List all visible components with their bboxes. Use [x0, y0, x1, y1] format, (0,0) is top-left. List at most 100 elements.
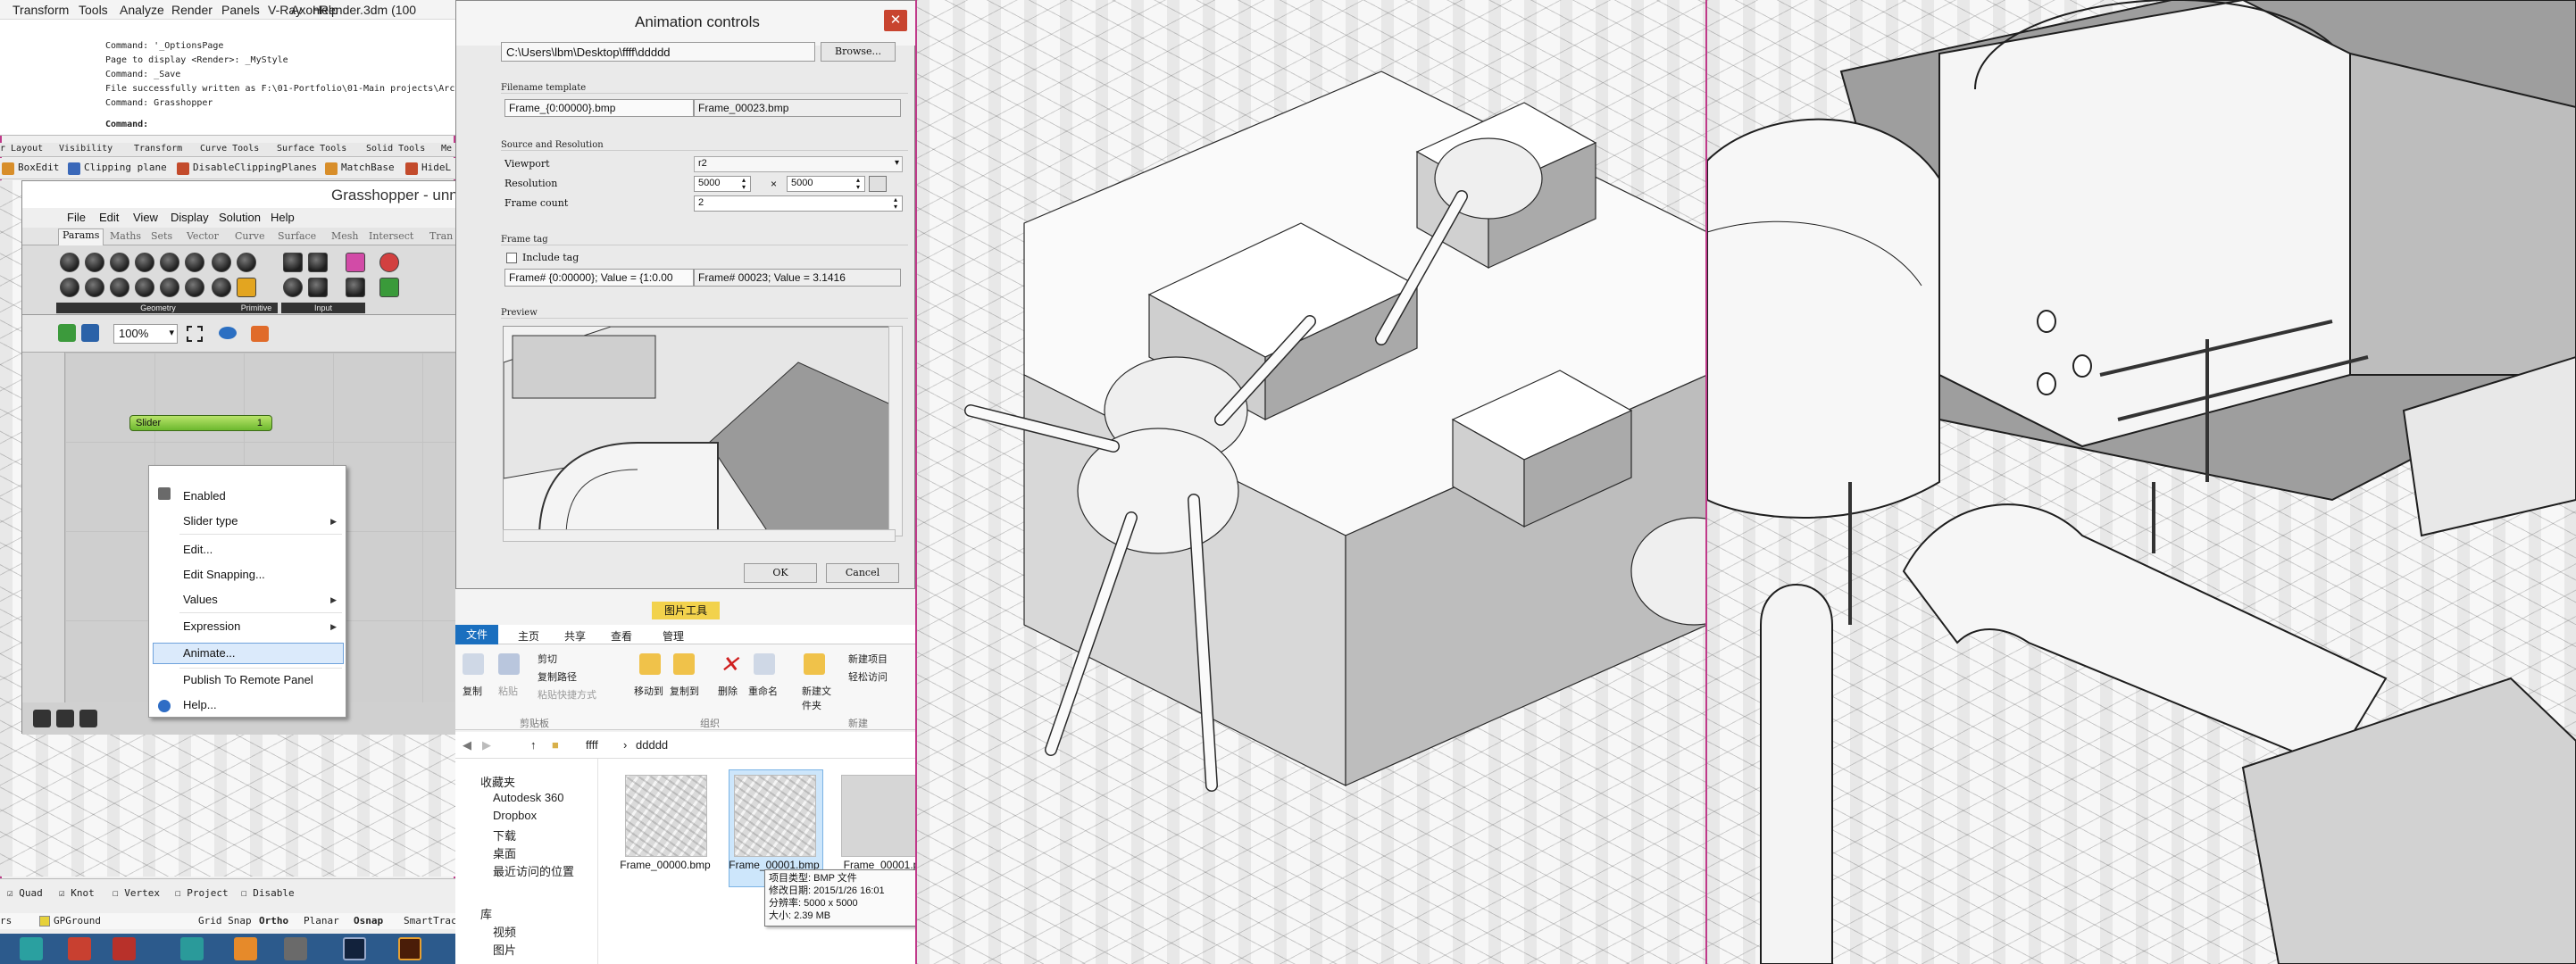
breadcrumb-ffff[interactable]: ffff	[586, 738, 598, 752]
up-icon[interactable]: ↑	[530, 738, 537, 752]
nav-videos[interactable]: 视频	[493, 923, 516, 940]
nav-downloads[interactable]: 下载	[493, 827, 516, 844]
param-icon[interactable]	[308, 278, 328, 297]
cut-label[interactable]: 剪切	[538, 652, 557, 666]
tab-mesh[interactable]: Me	[441, 144, 452, 154]
gh-menu-solution[interactable]: Solution	[219, 211, 261, 224]
zoom-extents-icon[interactable]	[187, 326, 203, 342]
status-osnap[interactable]: Osnap	[354, 915, 383, 927]
rename-label[interactable]: 重命名	[748, 684, 778, 698]
menu-item-edit[interactable]: Edit...	[183, 543, 213, 556]
paste-label[interactable]: 粘贴	[498, 684, 518, 698]
ok-button[interactable]: OK	[744, 563, 817, 583]
forward-icon[interactable]: ▶	[482, 738, 491, 752]
disable-clipping-planes-button[interactable]: DisableClippingPlanes	[177, 162, 317, 176]
tab-view[interactable]: 查看	[611, 628, 632, 644]
osnap-disable-checkbox[interactable]: Disable	[241, 887, 294, 899]
status-icon[interactable]	[79, 710, 97, 727]
tab-share[interactable]: 共享	[564, 628, 586, 644]
browse-button[interactable]: Browse...	[821, 42, 896, 62]
param-icon[interactable]	[212, 253, 231, 272]
param-icon[interactable]	[346, 278, 365, 297]
taskbar-app-icon[interactable]	[113, 937, 136, 960]
gh-tab-transform[interactable]: Tran	[429, 230, 453, 242]
menu-transform[interactable]: Transform	[13, 3, 69, 17]
menu-panels[interactable]: Panels	[221, 3, 260, 17]
render-view-closeup[interactable]	[1707, 0, 2576, 964]
menu-item-enabled[interactable]: Enabled	[183, 489, 226, 503]
param-icon[interactable]	[135, 278, 154, 297]
taskbar-app-icon[interactable]	[68, 937, 91, 960]
frame-count-stepper[interactable]: 2	[694, 195, 903, 212]
status-layer[interactable]: GPGround	[54, 915, 101, 927]
tag-template-field[interactable]: Frame# {0:00000}; Value = {1:0.00	[504, 269, 694, 287]
cancel-button[interactable]: Cancel	[826, 563, 899, 583]
param-icon[interactable]	[85, 253, 104, 272]
include-tag-checkbox[interactable]	[506, 253, 517, 263]
delete-label[interactable]: 删除	[718, 684, 738, 698]
eye-icon[interactable]	[219, 327, 237, 339]
nav-pictures[interactable]: 图片	[493, 941, 516, 958]
taskbar-app-icon[interactable]	[180, 937, 204, 960]
gh-menu-view[interactable]: View	[133, 211, 158, 224]
gh-tab-surface[interactable]: Surface	[278, 230, 316, 242]
sketch-icon[interactable]	[251, 326, 269, 342]
gh-menu-file[interactable]: File	[67, 211, 86, 224]
toggle-icon[interactable]	[283, 278, 303, 297]
status-icon[interactable]	[33, 710, 51, 727]
hidelayer-button[interactable]: HideL	[405, 162, 451, 176]
copy-icon[interactable]	[463, 653, 484, 675]
tab-transform[interactable]: Transform	[134, 144, 182, 154]
easy-access-label[interactable]: 轻松访问	[848, 669, 888, 684]
param-icon[interactable]	[160, 278, 179, 297]
gh-tab-maths[interactable]: Maths	[110, 230, 141, 242]
nav-favorites[interactable]: 收藏夹	[480, 773, 515, 790]
open-file-icon[interactable]	[58, 324, 76, 342]
breadcrumb-ddddd[interactable]: ddddd	[636, 738, 668, 752]
gh-tab-curve[interactable]: Curve	[235, 230, 264, 242]
tab-home[interactable]: 主页	[518, 628, 539, 644]
param-icon[interactable]	[308, 253, 328, 272]
param-icon[interactable]	[135, 253, 154, 272]
matchbase-button[interactable]: MatchBase	[325, 162, 395, 176]
tab-file[interactable]: 文件	[455, 625, 498, 644]
param-icon[interactable]	[237, 278, 256, 297]
paste-icon[interactable]	[498, 653, 520, 675]
paste-shortcut-label[interactable]: 粘贴快捷方式	[538, 687, 596, 702]
status-grid-snap[interactable]: Grid Snap	[198, 915, 252, 927]
param-icon[interactable]	[212, 278, 231, 297]
param-icon[interactable]	[379, 253, 399, 272]
nav-dropbox[interactable]: Dropbox	[493, 809, 537, 822]
gh-tab-params[interactable]: Params	[58, 229, 104, 245]
nav-recent[interactable]: 最近访问的位置	[493, 862, 574, 879]
preview-horizontal-scrollbar[interactable]	[503, 529, 896, 542]
param-icon[interactable]	[110, 278, 129, 297]
link-aspect-icon[interactable]	[869, 176, 887, 192]
delete-icon[interactable]: ✕	[720, 652, 741, 676]
osnap-project-checkbox[interactable]: Project	[175, 887, 228, 899]
param-icon[interactable]	[379, 278, 399, 297]
osnap-quad-checkbox[interactable]: Quad	[7, 887, 43, 899]
filename-template-field[interactable]: Frame_{0:00000}.bmp	[504, 99, 694, 117]
status-smarttrack[interactable]: SmartTrac	[404, 915, 455, 927]
move-to-icon[interactable]	[639, 653, 661, 675]
menu-analyze[interactable]: Analyze	[120, 3, 164, 17]
menu-tools[interactable]: Tools	[79, 3, 108, 17]
back-icon[interactable]: ◀	[463, 738, 471, 752]
file-name[interactable]: Frame_00000.bmp	[620, 859, 711, 872]
zoom-select[interactable]: 100%	[113, 324, 178, 344]
nav-autodesk360[interactable]: Autodesk 360	[493, 791, 564, 804]
resolution-width-stepper[interactable]: 5000	[694, 176, 751, 192]
nav-libraries[interactable]: 库	[480, 905, 492, 922]
command-prompt[interactable]: Command:	[105, 120, 148, 129]
new-folder-icon[interactable]	[804, 653, 825, 675]
menu-item-help[interactable]: Help...	[183, 698, 217, 711]
tab-manage[interactable]: 管理	[663, 628, 684, 644]
taskbar-app-icon[interactable]	[234, 937, 257, 960]
panel-icon[interactable]	[283, 253, 303, 272]
copy-label[interactable]: 复制	[463, 684, 482, 698]
param-icon[interactable]	[160, 253, 179, 272]
preview-vertical-scrollbar[interactable]	[888, 326, 903, 536]
render-view-city[interactable]	[917, 0, 1707, 964]
rename-icon[interactable]	[754, 653, 775, 675]
